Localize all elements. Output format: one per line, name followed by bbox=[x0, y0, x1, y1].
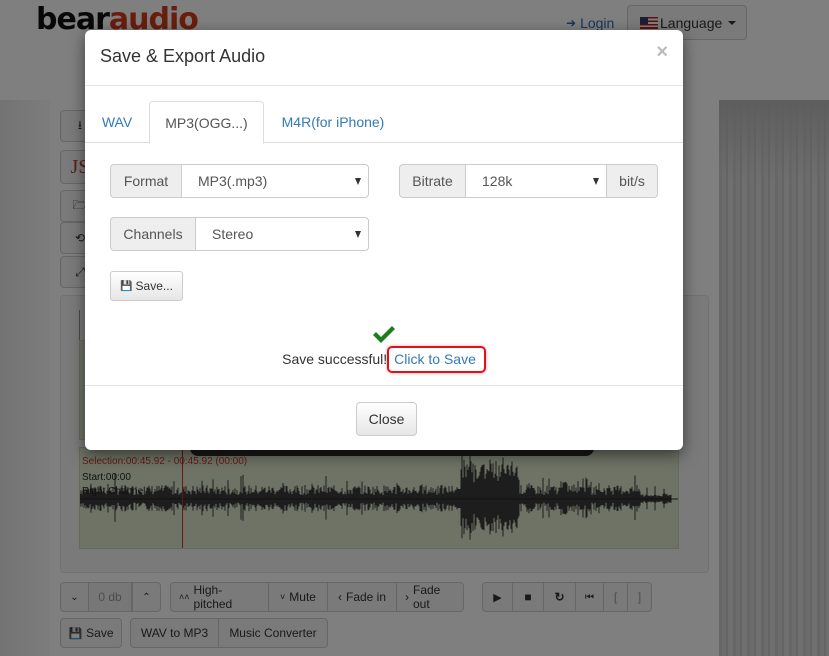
success-checkmark-icon bbox=[373, 326, 395, 343]
bitrate-label: Bitrate bbox=[399, 164, 465, 198]
save-status-text: Save successful! bbox=[282, 351, 388, 367]
tab-m4r[interactable]: M4R(for iPhone) bbox=[268, 101, 398, 143]
click-to-save-label: Click to Save bbox=[394, 351, 476, 367]
tab-mp3[interactable]: MP3(OGG...) bbox=[149, 101, 264, 144]
tab-wav[interactable]: WAV bbox=[85, 101, 149, 143]
bitrate-field: Bitrate 128k bit/s bbox=[399, 164, 658, 198]
close-icon[interactable]: × bbox=[656, 42, 668, 62]
click-to-save-link[interactable]: Click to Save bbox=[387, 346, 486, 373]
tab-m4r-label: M4R(for iPhone) bbox=[281, 114, 385, 130]
format-select[interactable]: MP3(.mp3) bbox=[181, 164, 369, 198]
bitrate-unit: bit/s bbox=[607, 164, 658, 198]
dialog-header: Save & Export Audio × bbox=[85, 30, 683, 86]
tab-mp3-label: MP3(OGG...) bbox=[165, 114, 248, 131]
save-status: Save successful! Click to Save bbox=[85, 346, 683, 373]
floppy-disk-icon: 💾 bbox=[120, 280, 133, 292]
dialog-footer: Close bbox=[85, 385, 683, 450]
close-button[interactable]: Close bbox=[356, 402, 417, 436]
dropdown-arrow-icon bbox=[355, 178, 361, 185]
dialog-title: Save & Export Audio bbox=[100, 46, 266, 66]
format-tabs: WAV MP3(OGG...) M4R(for iPhone) bbox=[85, 101, 683, 144]
format-field: Format MP3(.mp3) bbox=[110, 164, 369, 198]
channels-value: Stereo bbox=[212, 226, 254, 242]
save-export-dialog: Save & Export Audio × WAV MP3(OGG...) M4… bbox=[85, 30, 683, 450]
format-value: MP3(.mp3) bbox=[198, 173, 268, 189]
save-button[interactable]: 💾 Save... bbox=[110, 271, 183, 301]
channels-label: Channels bbox=[110, 217, 195, 251]
channels-select[interactable]: Stereo bbox=[195, 217, 369, 251]
channels-field: Channels Stereo bbox=[110, 217, 369, 251]
close-button-label: Close bbox=[368, 411, 405, 427]
dropdown-arrow-icon bbox=[355, 231, 361, 238]
bitrate-value: 128k bbox=[482, 173, 513, 189]
format-label: Format bbox=[110, 164, 181, 198]
tab-wav-label: WAV bbox=[101, 114, 133, 130]
save-button-label: Save... bbox=[135, 279, 173, 293]
dropdown-arrow-icon bbox=[593, 178, 599, 185]
bitrate-select[interactable]: 128k bbox=[465, 164, 607, 198]
